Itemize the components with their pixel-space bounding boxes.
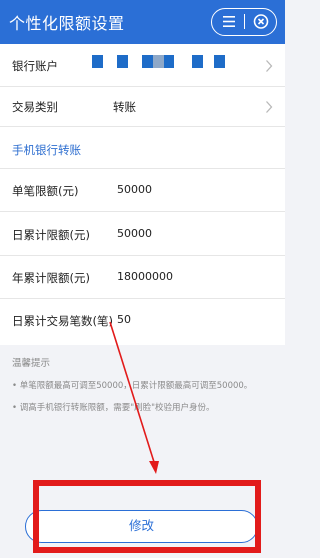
mask-block — [214, 55, 225, 68]
mask-block — [192, 55, 203, 68]
tip-item: • 单笔限额最高可调至50000，日累计限额最高可调至50000。 — [12, 381, 253, 391]
tips-title: 温馨提示 — [12, 358, 51, 369]
daily-count-value: 50 — [117, 313, 131, 326]
daily-count-row: 日累计交易笔数(笔) 50 — [0, 299, 285, 345]
mask-block — [92, 55, 103, 68]
mobile-transfer-section-title: 手机银行转账 — [12, 143, 81, 157]
app-header: 个性化限额设置 — [0, 0, 285, 44]
highlight-box — [33, 480, 261, 553]
annual-limit-value: 18000000 — [117, 270, 173, 283]
daily-limit-row: 日累计限额(元) 50000 — [0, 212, 285, 256]
chevron-right-icon — [266, 60, 273, 72]
daily-limit-value: 50000 — [117, 227, 152, 240]
bank-account-label: 银行账户 — [12, 59, 58, 73]
tip-item: • 调高手机银行转账限额，需要"刷脸"校验用户身份。 — [12, 403, 215, 413]
single-limit-row: 单笔限额(元) 50000 — [0, 169, 285, 212]
menu-icon[interactable] — [216, 11, 242, 32]
annual-limit-row: 年累计限额(元) 18000000 — [0, 256, 285, 299]
single-limit-value: 50000 — [117, 183, 152, 196]
mask-block — [164, 55, 174, 68]
daily-count-label: 日累计交易笔数(笔) — [12, 314, 113, 328]
transaction-type-value: 转账 — [113, 100, 136, 114]
daily-limit-label: 日累计限额(元) — [12, 228, 90, 242]
annual-limit-label: 年累计限额(元) — [12, 271, 90, 285]
transaction-type-row[interactable]: 交易类别 转账 — [0, 87, 285, 127]
close-circle-icon[interactable] — [249, 11, 273, 32]
page-title: 个性化限额设置 — [9, 14, 125, 33]
mini-program-capsule — [211, 8, 277, 36]
mask-block — [142, 55, 153, 68]
capsule-divider — [244, 14, 245, 29]
single-limit-label: 单笔限额(元) — [12, 184, 79, 198]
mask-block — [153, 55, 164, 68]
mask-block — [117, 55, 128, 68]
transaction-type-label: 交易类别 — [12, 100, 58, 114]
chevron-right-icon — [266, 101, 273, 113]
